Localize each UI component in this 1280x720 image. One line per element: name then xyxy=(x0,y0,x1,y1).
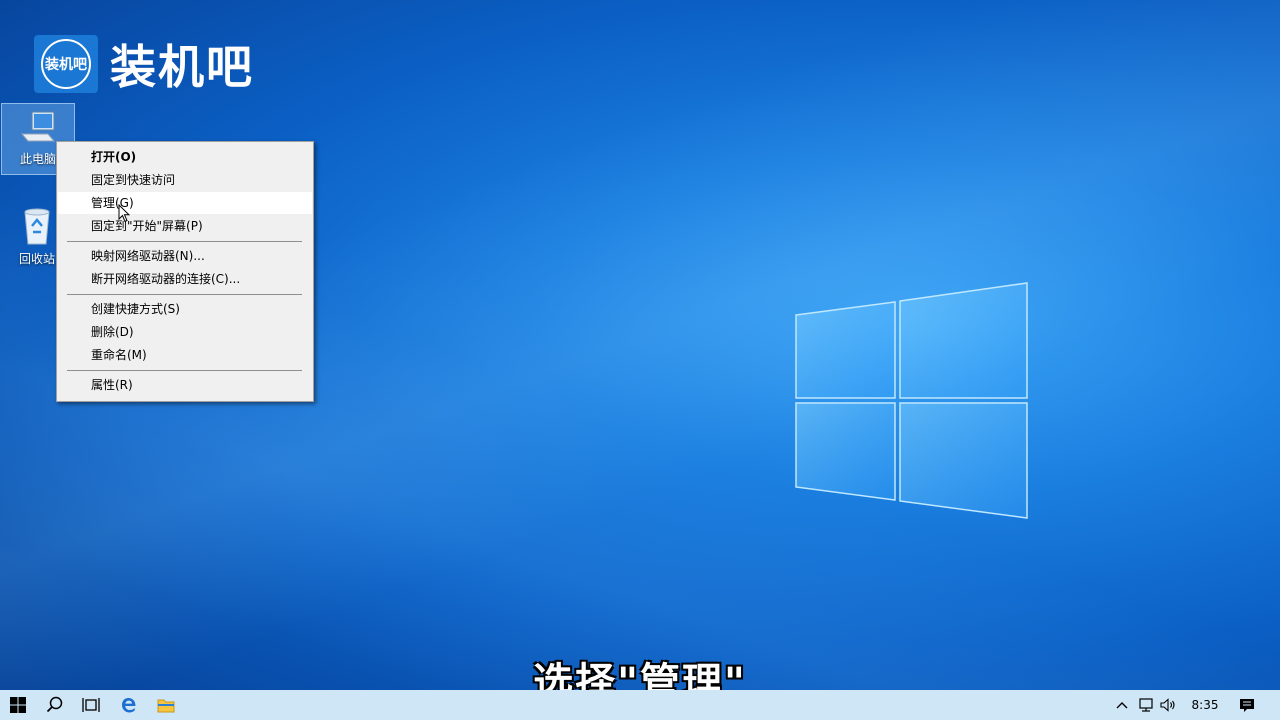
show-hidden-icons-button[interactable] xyxy=(1112,690,1132,720)
menu-item-delete[interactable]: 删除(D) xyxy=(58,321,312,343)
menu-item-manage[interactable]: 管理(G) xyxy=(58,192,312,214)
search-icon xyxy=(46,696,63,713)
recycle-bin-icon xyxy=(24,208,50,245)
menu-item-create-shortcut[interactable]: 创建快捷方式(S) xyxy=(58,298,312,320)
desktop-icon-label: 此电脑 xyxy=(19,152,56,166)
file-explorer-button[interactable] xyxy=(151,690,181,720)
menu-item-open[interactable]: 打开(O) xyxy=(58,146,312,168)
volume-button[interactable] xyxy=(1159,690,1179,720)
start-button[interactable] xyxy=(4,690,32,720)
menu-item-disconnect-drive[interactable]: 断开网络驱动器的连接(C)... xyxy=(58,268,312,290)
task-view-button[interactable] xyxy=(76,690,106,720)
mouse-cursor-icon xyxy=(118,204,130,223)
brand-logo: 装机吧 装机吧 xyxy=(34,31,254,97)
taskbar: 8:35 xyxy=(0,690,1280,720)
context-menu: 打开(O) 固定到快速访问 管理(G) 固定到"开始"屏幕(P) 映射网络驱动器… xyxy=(56,141,314,402)
chevron-up-icon xyxy=(1116,702,1128,709)
task-view-icon xyxy=(82,698,100,712)
brand-badge: 装机吧 xyxy=(34,35,98,93)
search-button[interactable] xyxy=(40,690,70,720)
file-explorer-icon xyxy=(157,699,175,713)
clock[interactable]: 8:35 xyxy=(1190,690,1220,720)
menu-item-pin-quick-access[interactable]: 固定到快速访问 xyxy=(58,169,312,191)
computer-icon xyxy=(20,111,56,142)
menu-item-map-drive[interactable]: 映射网络驱动器(N)... xyxy=(58,245,312,267)
desktop-icon-label: 回收站 xyxy=(18,252,55,266)
menu-item-rename[interactable]: 重命名(M) xyxy=(58,344,312,366)
windows-start-icon xyxy=(10,697,26,713)
edge-browser-button[interactable] xyxy=(114,690,144,720)
brand-badge-text: 装机吧 xyxy=(41,39,91,89)
network-status-button[interactable] xyxy=(1136,690,1156,720)
windows-wallpaper-logo-icon xyxy=(795,282,1028,519)
menu-item-properties[interactable]: 属性(R) xyxy=(58,374,312,396)
menu-separator xyxy=(67,294,302,295)
menu-item-pin-start[interactable]: 固定到"开始"屏幕(P) xyxy=(58,215,312,237)
menu-separator xyxy=(67,370,302,371)
menu-separator xyxy=(67,241,302,242)
action-center-button[interactable] xyxy=(1236,690,1258,720)
edge-icon xyxy=(122,698,136,713)
notification-icon xyxy=(1240,698,1254,712)
volume-icon xyxy=(1160,698,1175,712)
brand-name: 装机吧 xyxy=(110,40,254,94)
network-icon xyxy=(1139,698,1153,712)
